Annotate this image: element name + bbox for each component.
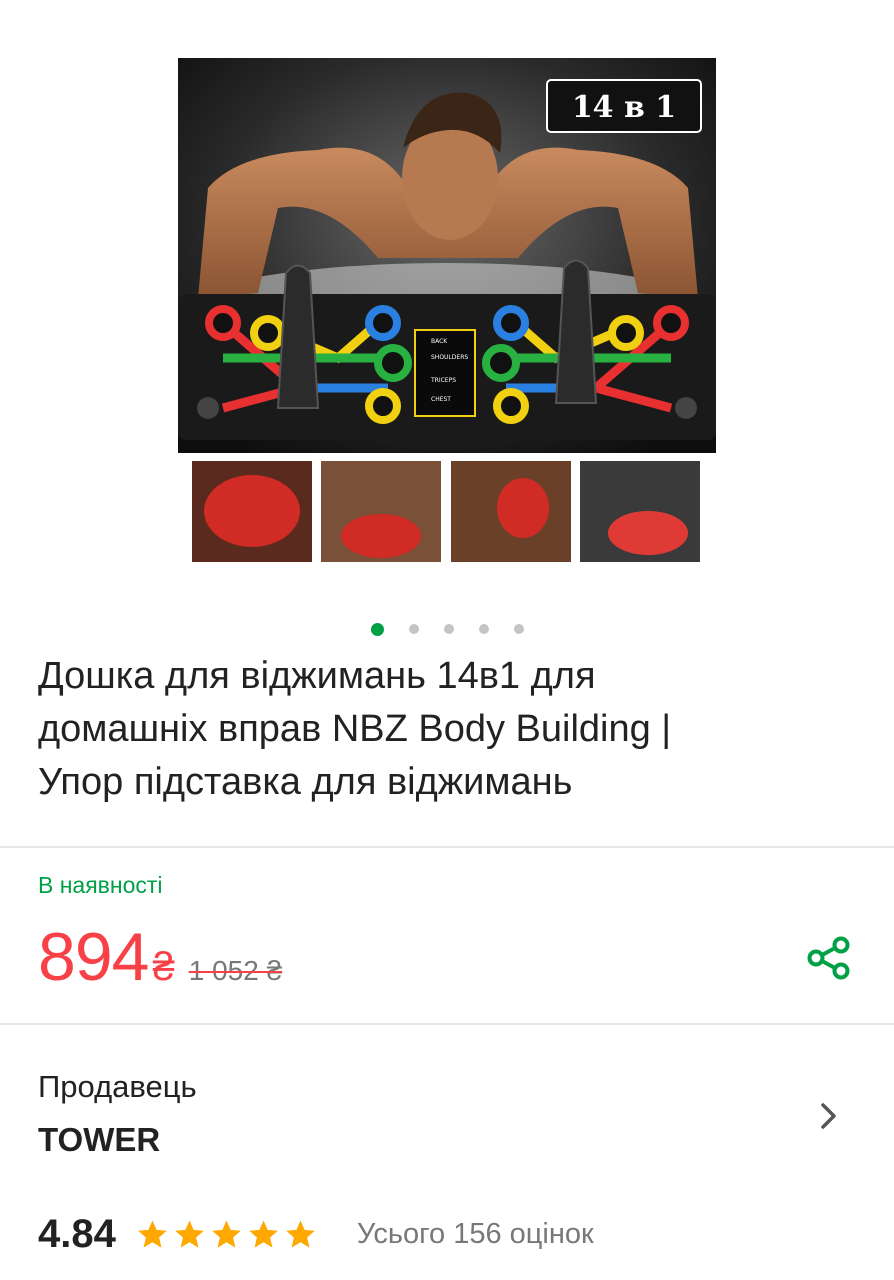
price-block: 894 ₴ 1 052 ₴	[38, 918, 282, 996]
svg-text:TRICEPS: TRICEPS	[430, 377, 456, 384]
star-icon	[286, 1220, 315, 1248]
carousel-dot[interactable]	[408, 624, 419, 634]
seller-name: TOWER	[38, 1121, 161, 1158]
star-icon	[249, 1220, 278, 1248]
product-title-line: домашніх вправ NBZ Body Building |	[38, 708, 672, 750]
star-icon	[212, 1220, 241, 1248]
current-price: 894	[38, 919, 149, 995]
seller-link[interactable]: Продавець TOWER	[0, 1027, 894, 1202]
seller-label: Продавець	[38, 1069, 197, 1104]
rating-summary[interactable]: 4.84 Усього 156 оцінок	[38, 1212, 594, 1257]
product-gallery[interactable]: 14 в 1 BACK SHOULDERS TRICEPS CHEST	[0, 0, 894, 650]
star-icon	[138, 1220, 167, 1248]
divider	[0, 1023, 894, 1025]
share-button[interactable]	[804, 935, 854, 981]
currency-symbol: ₴	[152, 945, 175, 989]
svg-text:CHEST: CHEST	[431, 396, 451, 403]
share-icon	[807, 936, 850, 980]
product-title-line: Дошка для віджимань 14в1 для	[38, 655, 596, 697]
chevron-right-icon	[821, 1103, 836, 1129]
divider	[0, 846, 894, 848]
star-icon	[175, 1220, 204, 1248]
rating-value: 4.84	[38, 1212, 116, 1256]
carousel-indicator	[0, 622, 894, 636]
carousel-dot-active[interactable]	[370, 622, 384, 636]
svg-text:SHOULDERS: SHOULDERS	[431, 354, 468, 361]
old-price: 1 052 ₴	[188, 955, 283, 986]
product-title-line: Упор підставка для віджимань	[38, 761, 573, 803]
reviews-count[interactable]: Усього 156 оцінок	[357, 1218, 594, 1251]
product-image[interactable]: 14 в 1 BACK SHOULDERS TRICEPS CHEST	[178, 58, 716, 564]
svg-text:BACK: BACK	[431, 338, 448, 345]
carousel-dot[interactable]	[478, 624, 489, 634]
carousel-dot[interactable]	[443, 624, 454, 634]
availability-status: В наявності	[38, 872, 163, 898]
badge-text: 14 в 1	[572, 90, 676, 125]
carousel-dot[interactable]	[513, 624, 524, 634]
rating-stars	[136, 1218, 317, 1251]
product-title: Дошка для віджимань 14в1 для домашніх вп…	[38, 650, 838, 809]
